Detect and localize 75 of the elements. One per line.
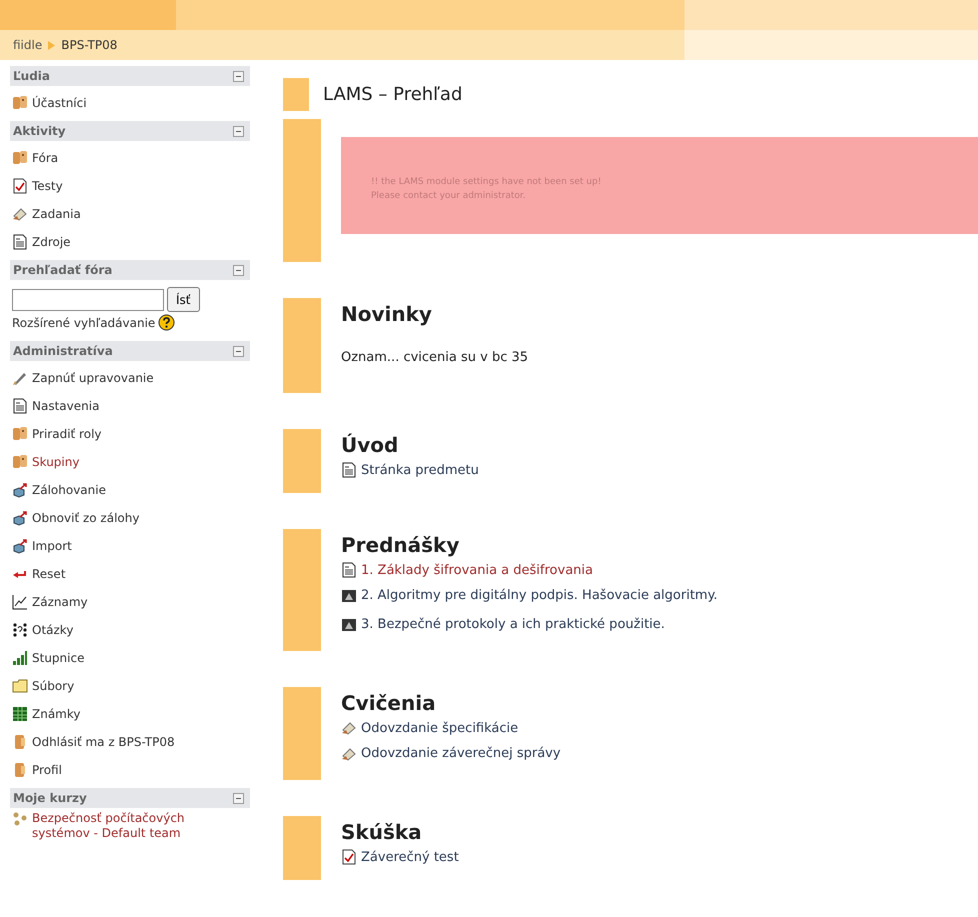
news-text: Oznam... cvicenia su v bc 35 [341,350,530,365]
activity-link[interactable]: Odovzdanie špecifikácie [361,720,518,736]
activity-link[interactable]: Stránka predmetu [361,462,479,478]
section-title: Prednášky [341,533,460,557]
warning-text: Please contact your administrator. [371,190,527,203]
box-arrow-icon [12,482,28,498]
go-button[interactable]: Ísť [167,287,200,312]
sidebar-link[interactable]: Nastavenia [32,399,100,413]
sidebar-link[interactable]: Zdroje [32,235,71,249]
block-title: Prehľadať fóra [13,263,112,277]
sidebar-link[interactable]: Reset [32,567,66,581]
section-title: Úvod [341,433,400,457]
section-title: Novinky [341,302,433,326]
block-title: Administratíva [13,344,113,358]
section-bar [283,429,321,493]
line-chart-icon [12,594,28,610]
help-icon[interactable] [158,314,176,331]
collapse-icon[interactable] [233,126,244,136]
sidebar-link[interactable]: Skupiny [32,455,80,469]
triangle-icon [48,40,56,50]
search-field[interactable] [12,288,164,310]
activity-link[interactable]: Odovzdanie záverečnej správy [361,746,561,761]
sidebar-link[interactable]: Stupnice [32,651,84,665]
activity-link[interactable]: Záverečný test [361,850,459,864]
document-icon [12,234,28,250]
sidebar-link[interactable]: Testy [32,179,63,193]
bar-chart-icon [12,650,28,666]
block-title: Ľudia [13,69,50,83]
sidebar-link[interactable]: Priradiť roly [32,427,102,441]
collapse-icon[interactable] [233,346,244,356]
table-icon [12,706,28,722]
sidebar-link[interactable]: Otázky [32,623,74,637]
activity-link[interactable]: 2. Algoritmy pre digitálny podpis. Hašovacie algoritmy. [361,588,718,603]
document-icon [341,562,357,578]
section-bar [283,78,309,111]
box-arrow-icon [12,510,28,526]
block-title: Aktivity [13,124,66,138]
breadcrumb-link[interactable]: BPS-TP08 [61,38,118,52]
question-icon [12,622,28,638]
collapse-icon[interactable] [233,264,244,276]
warning-text: !! the LAMS module settings have not been set up! [371,176,602,189]
section-bar [283,816,321,880]
section-title: Skúška [341,820,423,844]
block-title: Moje kurzy [13,791,87,805]
sidebar-link[interactable]: Fóra [32,151,58,165]
page-title: LAMS – Prehľad [323,84,462,105]
sidebar-link[interactable]: Zadania [32,207,81,221]
section-title: Cvičenia [341,691,437,715]
sidebar-link[interactable]: Bezpečnosť počítačových systémov - Default team [32,811,242,841]
sidebar-link[interactable]: Účastníci [32,96,87,110]
advanced-search-link[interactable]: Rozšírené vyhľadávanie [12,316,156,330]
image-icon [341,616,357,632]
pen-icon [12,370,28,386]
sidebar-link[interactable]: Záznamy [32,595,88,609]
box-arrow-icon [12,538,28,554]
document-icon [341,462,357,478]
sidebar-link[interactable]: Súbory [32,679,74,693]
dots-icon [12,811,28,827]
sidebar-link[interactable]: Obnoviť zo zálohy [32,511,140,525]
activity-link[interactable]: 1. Základy šifrovania a dešifrovania [361,562,593,578]
breadcrumb-link[interactable]: fiidle [13,38,42,52]
activity-link[interactable]: 3. Bezpečné protokoly a ich praktické použitie. [361,617,665,632]
sidebar-link[interactable]: Profil [32,763,62,777]
sidebar-link[interactable]: Zapnúť upravovanie [32,371,154,385]
sidebar-link[interactable]: Odhlásiť ma z BPS-TP08 [32,735,175,749]
checklist-icon [341,849,357,865]
collapse-icon[interactable] [233,792,244,804]
folder-icon [12,678,28,694]
sidebar-link[interactable]: Import [32,539,72,553]
image-icon [341,588,357,604]
sidebar-link[interactable]: Zálohovanie [32,483,106,497]
checklist-icon [12,178,28,194]
sidebar-link[interactable]: Známky [32,707,80,721]
collapse-icon[interactable] [233,70,244,82]
document-icon [12,398,28,414]
